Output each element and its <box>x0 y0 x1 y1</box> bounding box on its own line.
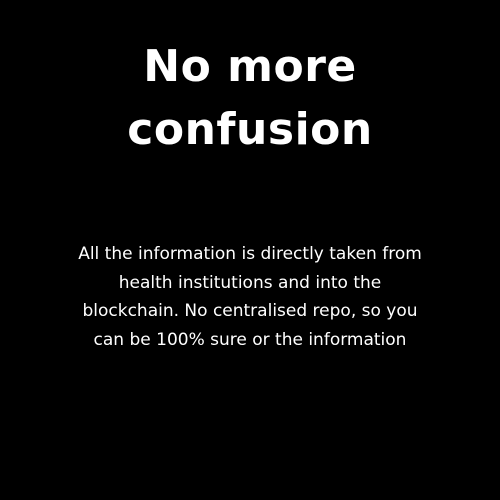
slide-canvas: No more confusion All the information is… <box>0 0 500 500</box>
slide-body-line: can be 100% sure or the information <box>93 329 407 350</box>
slide-body-line: health institutions and into the <box>118 272 382 293</box>
slide-title-line: confusion <box>127 104 373 155</box>
slide-title-line: No more <box>143 41 357 92</box>
slide-body-line: All the information is directly taken fr… <box>78 244 422 264</box>
slide-body-line: blockchain. No centralised repo, so you <box>82 301 418 321</box>
slide-title: No more confusion <box>40 35 460 161</box>
slide-body-text: All the information is directly taken fr… <box>40 240 460 354</box>
